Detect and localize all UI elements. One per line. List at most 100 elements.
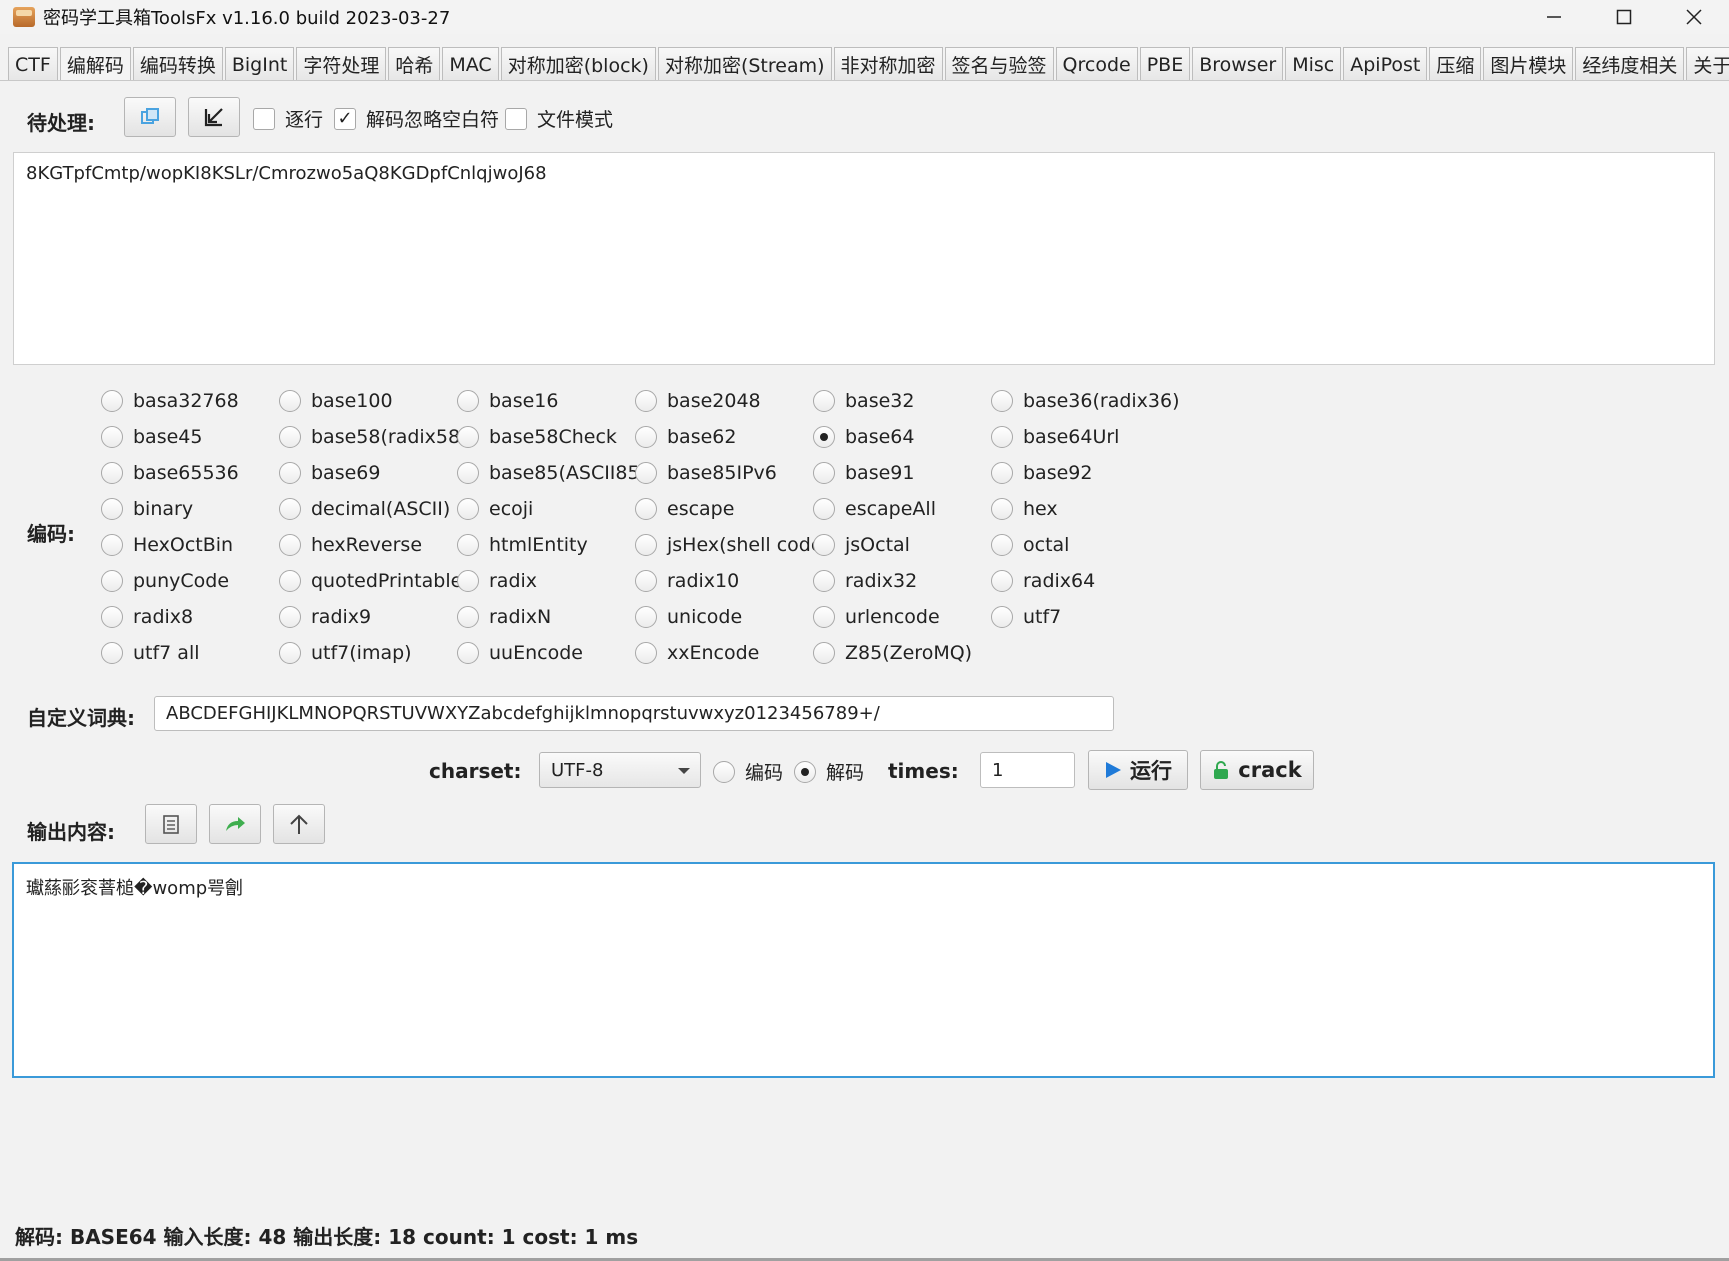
tab-4[interactable]: 字符处理 [296,47,387,81]
radio-label: radix8 [133,606,194,628]
checkbox-ignore-whitespace[interactable]: ✓ 解码忽略空白符 [334,105,499,132]
tab-18[interactable]: 经纬度相关 [1575,47,1685,81]
mode-decode-radio[interactable]: 解码 [794,758,864,785]
radio-dot [279,606,301,628]
encoding-radio-urlencode[interactable]: urlencode [813,599,991,635]
encoding-radio-base100[interactable]: base100 [279,383,457,419]
run-button[interactable]: 运行 [1088,750,1188,790]
times-input[interactable]: 1 [980,752,1075,788]
encoding-radio-unicode[interactable]: unicode [635,599,813,635]
encoding-radio-z85-zeromq-[interactable]: Z85(ZeroMQ) [813,635,991,671]
minimize-button[interactable] [1519,0,1589,34]
tab-15[interactable]: ApiPost [1343,47,1428,81]
charset-select[interactable]: UTF-8 [539,752,701,788]
tab-1[interactable]: 编解码 [59,47,131,81]
encoding-radio-base2048[interactable]: base2048 [635,383,813,419]
encoding-radio-hexreverse[interactable]: hexReverse [279,527,457,563]
tab-10[interactable]: 签名与验签 [944,47,1054,81]
encoding-radio-xxencode[interactable]: xxEncode [635,635,813,671]
encoding-radio-base69[interactable]: base69 [279,455,457,491]
encoding-radio-radix64[interactable]: radix64 [991,563,1169,599]
checkbox-file-mode[interactable]: 文件模式 [505,105,613,132]
encoding-radio-quotedprintable[interactable]: quotedPrintable [279,563,462,599]
encoding-radio-base92[interactable]: base92 [991,455,1169,491]
main-tab-bar: CTF 编解码 编码转换 BigInt 字符处理 哈希 MAC 对称加密(block) 对称加密… [8,47,1729,81]
encoding-radio-base16[interactable]: base16 [457,383,635,419]
encoding-radio-punycode[interactable]: punyCode [101,563,279,599]
input-textarea[interactable]: 8KGTpfCmtp/wopKI8KSLr/Cmrozwo5aQ8KGDpfCn… [13,152,1715,365]
encoding-radio-radix[interactable]: radix [457,563,635,599]
encoding-radio-base58-radix58-[interactable]: base58(radix58) [279,419,468,455]
radio-label: base64Url [1023,426,1120,448]
encoding-radio-octal[interactable]: octal [991,527,1169,563]
encoding-radio-basa32768[interactable]: basa32768 [101,383,279,419]
tab-9[interactable]: 非对称加密 [833,47,943,81]
close-button[interactable] [1659,0,1729,34]
encoding-radio-utf7[interactable]: utf7 [991,599,1169,635]
tab-8[interactable]: 对称加密(Stream) [657,47,832,81]
play-icon [1106,762,1121,778]
move-up-button[interactable] [273,804,325,844]
tab-19[interactable]: 关于 [1686,47,1729,81]
encoding-radio-base36-radix36-[interactable]: base36(radix36) [991,383,1180,419]
encoding-radio-base85-ascii85-[interactable]: base85(ASCII85) [457,455,647,491]
maximize-button[interactable] [1589,0,1659,34]
radio-dot [813,426,835,448]
encoding-radio-radix9[interactable]: radix9 [279,599,457,635]
import-button[interactable] [188,97,240,137]
tab-5[interactable]: 哈希 [388,47,441,81]
encoding-radio-radixn[interactable]: radixN [457,599,635,635]
encoding-radio-hexoctbin[interactable]: HexOctBin [101,527,279,563]
tab-17[interactable]: 图片模块 [1483,47,1574,81]
encoding-radio-escapeall[interactable]: escapeAll [813,491,991,527]
checkbox-line-by-line[interactable]: 逐行 [253,105,323,132]
encoding-radio-base85ipv6[interactable]: base85IPv6 [635,455,813,491]
encoding-radio-base65536[interactable]: base65536 [101,455,279,491]
dict-input[interactable]: ABCDEFGHIJKLMNOPQRSTUVWXYZabcdefghijklmn… [154,696,1114,731]
encoding-radio-base64url[interactable]: base64Url [991,419,1169,455]
tab-0[interactable]: CTF [8,47,58,81]
mode-encode-radio[interactable]: 编码 [713,758,783,785]
tab-6[interactable]: MAC [442,47,499,81]
encoding-radio-jshex-shell-code-[interactable]: jsHex(shell code) [635,527,830,563]
tab-3[interactable]: BigInt [224,47,295,81]
encoding-radio-htmlentity[interactable]: htmlEntity [457,527,635,563]
tab-2[interactable]: 编码转换 [132,47,223,81]
radio-dot [279,642,301,664]
encoding-radio-uuencode[interactable]: uuEncode [457,635,635,671]
encoding-radio-binary[interactable]: binary [101,491,279,527]
forward-output-button[interactable] [209,804,261,844]
output-textarea[interactable]: 瓛蕬彨衮萻槌�womp咢劊 [12,862,1715,1078]
tab-14[interactable]: Misc [1285,47,1342,81]
tab-11[interactable]: Qrcode [1055,47,1138,81]
encoding-radio-radix10[interactable]: radix10 [635,563,813,599]
encoding-radio-base91[interactable]: base91 [813,455,991,491]
crack-button[interactable]: crack [1200,750,1314,790]
encoding-radio-hex[interactable]: hex [991,491,1169,527]
encoding-radio-radix32[interactable]: radix32 [813,563,991,599]
check-mark-icon: ✓ [337,108,353,129]
encoding-radio-utf7-imap-[interactable]: utf7(imap) [279,635,457,671]
tab-16[interactable]: 压缩 [1429,47,1482,81]
close-icon [1686,9,1702,25]
encoding-radio-base45[interactable]: base45 [101,419,279,455]
encoding-radio-base32[interactable]: base32 [813,383,991,419]
tab-12[interactable]: PBE [1139,47,1191,81]
encoding-radio-base62[interactable]: base62 [635,419,813,455]
radio-dot [635,498,657,520]
encoding-radio-utf7-all[interactable]: utf7 all [101,635,279,671]
tab-7[interactable]: 对称加密(block) [500,47,656,81]
radio-label: 编码 [745,762,784,784]
encoding-radio-base64[interactable]: base64 [813,419,991,455]
copy-output-button[interactable] [145,804,197,844]
encoding-radio-escape[interactable]: escape [635,491,813,527]
encoding-radio-jsoctal[interactable]: jsOctal [813,527,991,563]
copy-input-button[interactable] [124,97,176,137]
encoding-radio-ecoji[interactable]: ecoji [457,491,635,527]
encoding-radio-decimal-ascii-[interactable]: decimal(ASCII) [279,491,457,527]
encoding-radio-radix8[interactable]: radix8 [101,599,279,635]
radio-label: radix64 [1023,570,1096,592]
encoding-radio-base58check[interactable]: base58Check [457,419,635,455]
radio-dot [635,642,657,664]
tab-13[interactable]: Browser [1192,47,1284,81]
